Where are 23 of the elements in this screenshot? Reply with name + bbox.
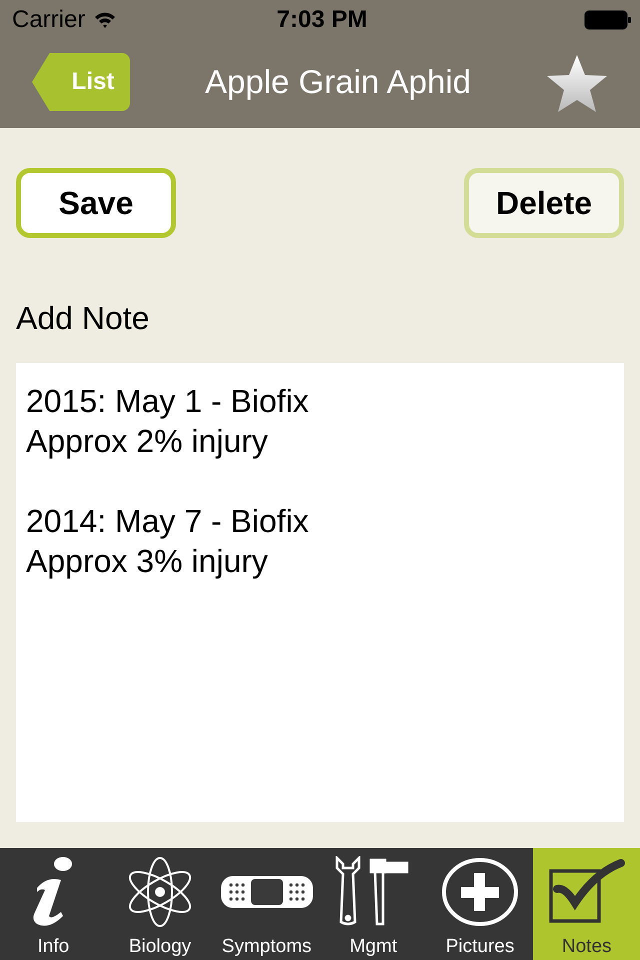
- wifi-icon: [93, 11, 118, 29]
- clock: 7:03 PM: [276, 6, 368, 34]
- tab-label: Symptoms: [222, 936, 312, 958]
- checkbox-icon: [546, 859, 627, 925]
- tab[interactable]: Biology: [106, 848, 214, 960]
- tab-label: Pictures: [446, 936, 514, 958]
- plus-circle-icon: [441, 857, 520, 927]
- tab[interactable]: Pictures: [426, 848, 534, 960]
- tab[interactable]: Symptoms: [213, 848, 320, 960]
- note-field[interactable]: 2015: May 1 - Biofix Approx 2% injury 2014: May 7 - Biofix Approx 3% injury: [16, 363, 624, 822]
- screen-title: Apple Grain Aphid: [204, 63, 472, 101]
- carrier-label: Carrier: [12, 6, 86, 34]
- battery-icon: [584, 10, 632, 30]
- tab-label: Mgmt: [350, 936, 398, 958]
- bandage-icon: [220, 876, 313, 908]
- tab[interactable]: Info: [0, 848, 107, 960]
- tab-label: Notes: [562, 936, 612, 958]
- tab-label: Biology: [128, 936, 192, 958]
- save-button[interactable]: Save: [16, 168, 176, 238]
- note-label: Add Note: [16, 300, 150, 337]
- tab[interactable]: Mgmt: [320, 848, 427, 960]
- tab[interactable]: Notes: [533, 848, 640, 960]
- tab-label: Info: [37, 936, 70, 958]
